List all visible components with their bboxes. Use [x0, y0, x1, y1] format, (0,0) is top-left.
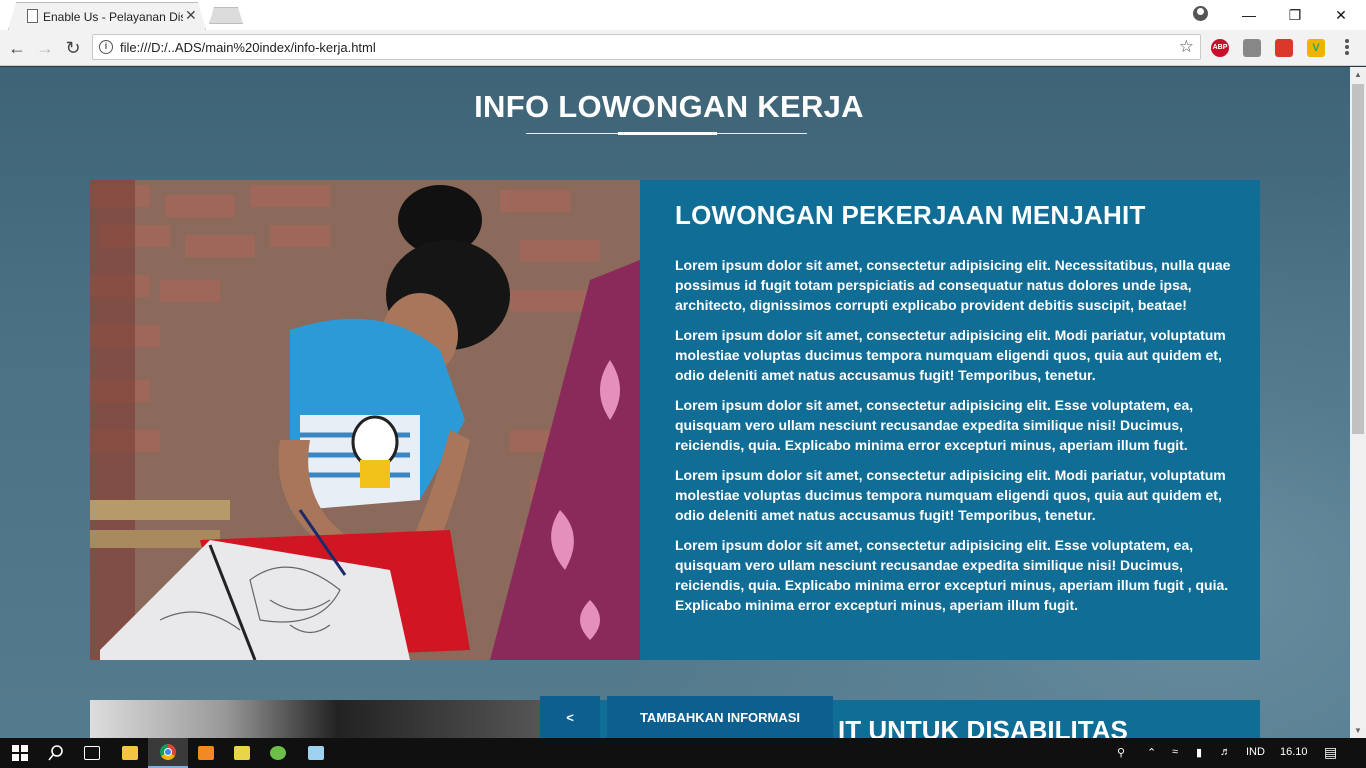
page-scrollbar[interactable]: ▲ ▼	[1350, 67, 1366, 738]
notes-app-icon[interactable]	[222, 738, 262, 768]
taskbar: ⚲ ⌃ ≈ ▮ ♬ IND 16.10 ▤	[0, 738, 1366, 768]
sewing-photo	[90, 180, 640, 660]
restore-button[interactable]: ❐	[1272, 0, 1318, 30]
reload-icon[interactable]: ↻	[62, 37, 84, 59]
forward-icon[interactable]: →	[34, 37, 56, 59]
minimize-button[interactable]: —	[1226, 0, 1272, 30]
profile-icon[interactable]	[1193, 6, 1208, 21]
job-card-body: LOWONGAN PEKERJAAN MENJAHIT Lorem ipsum …	[675, 200, 1240, 625]
job-paragraph: Lorem ipsum dolor sit amet, consectetur …	[675, 467, 1226, 523]
job-paragraph: Lorem ipsum dolor sit amet, consectetur …	[675, 327, 1226, 383]
close-tab-icon[interactable]: ✕	[185, 7, 197, 24]
scroll-down-icon[interactable]: ▼	[1354, 726, 1362, 735]
file-explorer-icon[interactable]	[110, 738, 150, 768]
job-paragraph: Lorem ipsum dolor sit amet, consectetur …	[675, 257, 1231, 313]
close-window-button[interactable]: ✕	[1318, 0, 1364, 30]
add-information-button[interactable]: TAMBAHKAN INFORMASI	[607, 696, 833, 738]
show-hidden-icons[interactable]: ⌃	[1147, 746, 1156, 759]
chrome-taskbar-icon[interactable]	[148, 738, 188, 768]
volume-icon[interactable]: ♬	[1220, 746, 1231, 758]
job-card-sewing: LOWONGAN PEKERJAAN MENJAHIT Lorem ipsum …	[90, 180, 1260, 660]
scrollbar-thumb[interactable]	[1352, 84, 1364, 434]
media-player-icon[interactable]	[186, 738, 226, 768]
v-icon[interactable]: V	[1307, 39, 1325, 57]
clock[interactable]: 16.10	[1280, 746, 1308, 758]
job-card-title: IT UNTUK DISABILITAS	[838, 715, 1128, 738]
task-view-icon[interactable]	[72, 738, 112, 768]
url-text[interactable]: file:///D:/..ADS/main%20index/info-kerja…	[120, 40, 376, 55]
browser-tab[interactable]: Enable Us - Pelayanan Disabilitas ✕	[8, 2, 206, 30]
wifi-icon[interactable]: ≈	[1172, 746, 1178, 758]
job-paragraph: Lorem ipsum dolor sit amet, consectetur …	[675, 397, 1194, 453]
windows-start-icon[interactable]	[0, 738, 40, 768]
document-icon	[27, 9, 38, 23]
search-icon[interactable]	[36, 738, 76, 768]
tab-title: Enable Us - Pelayanan Disabilitas	[43, 10, 183, 24]
browser-toolbar: ← → ↻ i file:///D:/..ADS/main%20index/in…	[0, 30, 1366, 66]
camera-icon[interactable]	[1243, 39, 1261, 57]
notepad-icon[interactable]	[296, 738, 336, 768]
it-photo	[90, 700, 540, 738]
job-paragraph: Lorem ipsum dolor sit amet, consectetur …	[675, 537, 1229, 613]
job-card-title: LOWONGAN PEKERJAAN MENJAHIT	[675, 200, 1146, 230]
green-app-icon[interactable]	[258, 738, 298, 768]
previous-button[interactable]: <	[540, 696, 600, 738]
language-indicator[interactable]: IND	[1246, 746, 1265, 758]
title-underline-accent	[618, 132, 717, 135]
people-tray-icon[interactable]: ⚲	[1117, 746, 1125, 759]
new-tab-button[interactable]	[209, 7, 243, 24]
notification-icon[interactable]: ▤	[1324, 744, 1337, 761]
browser-menu-icon[interactable]	[1344, 38, 1350, 58]
page-viewport: INFO LOWONGAN KERJA LOWONGAN PEKERJAAN M…	[0, 67, 1350, 738]
browser-tabstrip: Enable Us - Pelayanan Disabilitas ✕ — ❐ …	[0, 0, 1366, 30]
address-bar[interactable]: i file:///D:/..ADS/main%20index/info-ker…	[92, 34, 1201, 60]
abp-icon[interactable]: ABP	[1211, 39, 1229, 57]
people-icon[interactable]	[1275, 39, 1293, 57]
section-title: INFO LOWONGAN KERJA	[474, 89, 864, 124]
battery-icon[interactable]: ▮	[1196, 746, 1202, 759]
back-icon[interactable]: ←	[6, 37, 28, 59]
scroll-up-icon[interactable]: ▲	[1354, 70, 1362, 79]
info-icon[interactable]: i	[99, 40, 113, 54]
bookmark-star-icon[interactable]: ☆	[1179, 37, 1194, 57]
